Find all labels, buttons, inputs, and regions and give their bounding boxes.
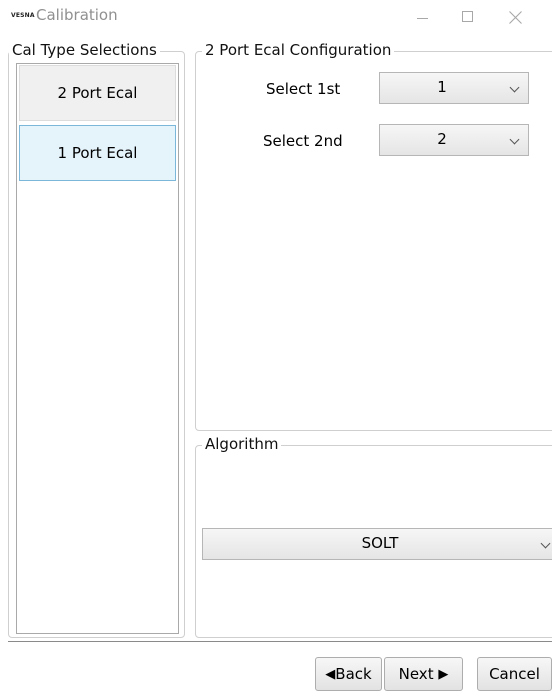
ecal-config-group: 2 Port Ecal Configuration Select 1st 1 S… — [195, 41, 552, 431]
next-arrow-icon: ▶ — [438, 666, 449, 682]
select-second-value: 2 — [437, 130, 447, 148]
back-button[interactable]: ◀ Back — [315, 657, 382, 691]
algorithm-value: SOLT — [361, 534, 399, 552]
cal-type-list: 2 Port Ecal 1 Port Ecal — [16, 63, 179, 634]
footer-divider — [8, 641, 552, 642]
back-button-label: Back — [335, 665, 372, 683]
cal-type-legend: Cal Type Selections — [9, 41, 160, 59]
select-first-value: 1 — [437, 78, 447, 96]
next-button-label: Next — [398, 665, 434, 683]
cal-type-group: Cal Type Selections 2 Port Ecal 1 Port E… — [8, 41, 185, 638]
algorithm-dropdown[interactable]: SOLT — [202, 528, 552, 560]
back-arrow-icon: ◀ — [325, 666, 336, 682]
close-icon[interactable] — [492, 0, 538, 34]
minimize-icon[interactable] — [398, 0, 444, 34]
select-second-label: Select 2nd — [263, 132, 343, 150]
cal-type-item-1-port-ecal[interactable]: 1 Port Ecal — [19, 125, 176, 181]
select-first-label: Select 1st — [266, 80, 341, 98]
next-button[interactable]: Next ▶ — [384, 657, 463, 691]
select-second-dropdown[interactable]: 2 — [379, 124, 529, 156]
maximize-icon[interactable] — [444, 0, 490, 34]
select-first-dropdown[interactable]: 1 — [379, 72, 529, 104]
cancel-button-label: Cancel — [489, 665, 540, 683]
app-logo: VESNA — [11, 12, 35, 19]
algorithm-group: Algorithm SOLT — [195, 435, 552, 638]
list-item-label: 2 Port Ecal — [57, 84, 138, 102]
chevron-down-icon — [509, 82, 520, 93]
cancel-button[interactable]: Cancel — [477, 657, 552, 691]
algorithm-legend: Algorithm — [202, 435, 282, 453]
title-bar: VESNA Calibration — [0, 0, 552, 34]
list-item-label: 1 Port Ecal — [57, 144, 138, 162]
cal-type-item-2-port-ecal[interactable]: 2 Port Ecal — [19, 65, 176, 121]
window-title: Calibration — [36, 6, 118, 24]
chevron-down-icon — [509, 134, 520, 145]
ecal-config-legend: 2 Port Ecal Configuration — [202, 41, 395, 59]
